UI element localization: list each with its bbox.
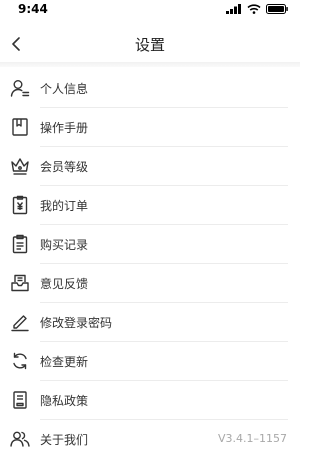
header-divider [0, 62, 300, 67]
signal-icon [226, 4, 242, 14]
clipboard-icon [10, 234, 30, 254]
menu-item-label: 会员等级 [40, 160, 89, 174]
wifi-icon [247, 4, 261, 14]
version-text: V3.4.1–1157 [217, 432, 287, 445]
settings-menu: 个人信息 操作手册 会员等级 我的订单 购买记录 意见反馈 修改登录密码 检查更… [0, 69, 300, 459]
refresh-icon [10, 351, 30, 371]
menu-item-manual[interactable]: 操作手册 [0, 108, 300, 147]
menu-item-label: 检查更新 [40, 355, 89, 369]
menu-item-about-us[interactable]: 关于我们 V3.4.1–1157 [0, 420, 300, 459]
menu-item-my-orders[interactable]: 我的订单 [0, 186, 300, 225]
mail-tray-icon [10, 273, 30, 293]
menu-item-label: 关于我们 [40, 433, 89, 447]
menu-item-feedback[interactable]: 意见反馈 [0, 264, 300, 303]
people-icon [10, 429, 30, 449]
battery-icon [266, 4, 288, 14]
status-icons [226, 4, 288, 14]
page-title: 设置 [134, 36, 165, 54]
menu-item-label: 隐私政策 [40, 394, 89, 408]
menu-item-label: 操作手册 [40, 121, 89, 135]
menu-item-label: 意见反馈 [40, 277, 89, 291]
pen-icon [10, 312, 30, 332]
document-icon [10, 390, 30, 410]
menu-item-check-update[interactable]: 检查更新 [0, 342, 300, 381]
menu-item-membership[interactable]: 会员等级 [0, 147, 300, 186]
menu-item-change-password[interactable]: 修改登录密码 [0, 303, 300, 342]
user-profile-icon [10, 78, 30, 98]
crown-icon [10, 156, 30, 176]
menu-item-label: 购买记录 [40, 238, 89, 252]
status-bar: 9:44 [0, 0, 300, 20]
menu-item-personal-info[interactable]: 个人信息 [0, 69, 300, 108]
menu-item-purchase-history[interactable]: 购买记录 [0, 225, 300, 264]
status-time: 9:44 [18, 2, 48, 16]
yuan-order-icon [10, 195, 30, 215]
menu-item-label: 修改登录密码 [40, 316, 113, 330]
menu-item-label: 个人信息 [40, 82, 89, 96]
nav-bar: 设置 [0, 26, 300, 62]
bookmark-book-icon [10, 117, 30, 137]
menu-item-label: 我的订单 [40, 199, 89, 213]
menu-item-privacy-policy[interactable]: 隐私政策 [0, 381, 300, 420]
